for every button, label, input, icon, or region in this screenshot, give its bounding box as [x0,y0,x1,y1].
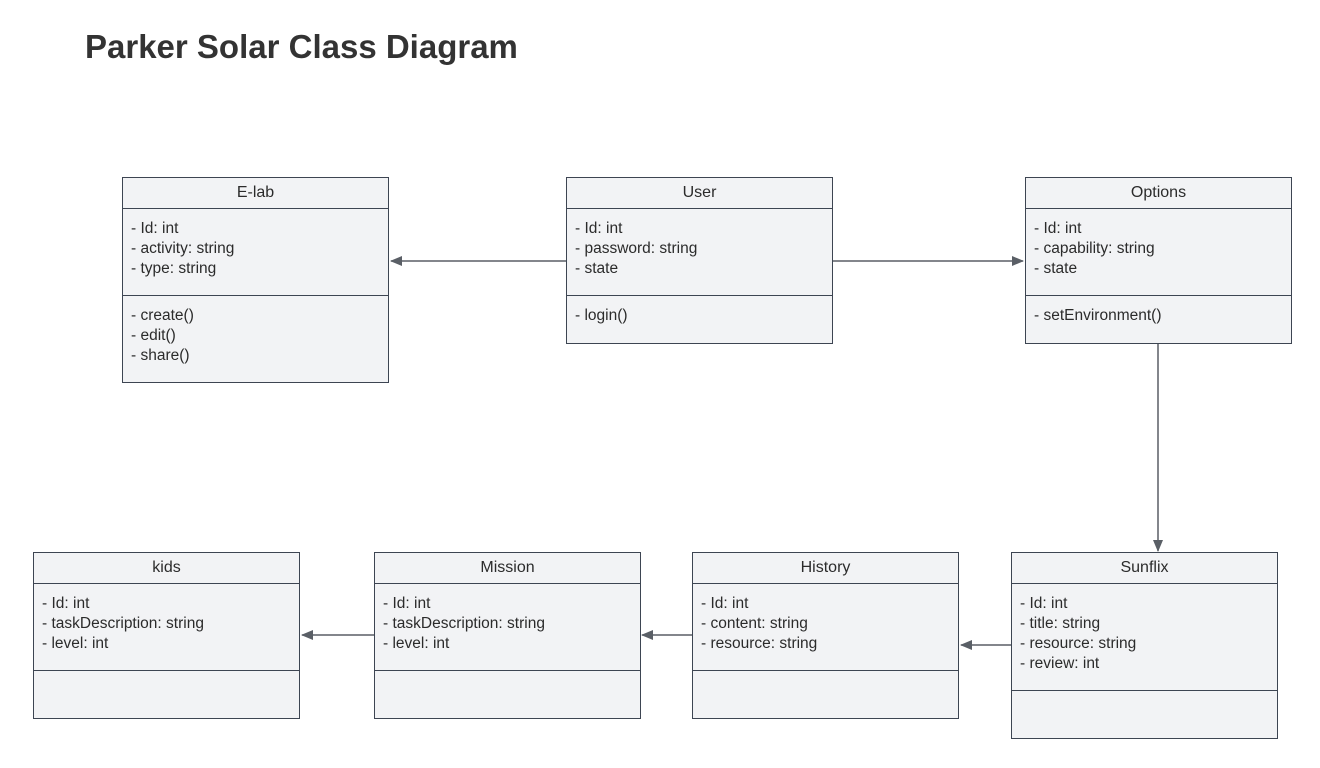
class-name: kids [34,553,299,584]
method: - edit() [131,327,176,344]
class-kids[interactable]: kids - Id: int - taskDescription: string… [33,552,300,719]
class-name: E-lab [123,178,388,209]
attributes-compartment: - Id: int - password: string - state [567,209,832,296]
methods-compartment [1012,691,1277,738]
class-elab[interactable]: E-lab - Id: int - activity: string - typ… [122,177,389,383]
attribute: - type: string [131,260,217,277]
methods-compartment: - create() - edit() - share() [123,296,388,382]
methods-compartment [375,671,640,718]
attribute: - password: string [575,240,698,257]
attributes-compartment: - Id: int - taskDescription: string - le… [375,584,640,671]
class-name: History [693,553,958,584]
attribute: - capability: string [1034,240,1155,257]
attribute: - content: string [701,615,808,632]
methods-compartment: - setEnvironment() [1026,296,1291,343]
attribute: - Id: int [701,595,749,612]
attribute: - Id: int [1034,220,1082,237]
attribute: - resource: string [701,635,818,652]
attribute: - level: int [383,635,450,652]
attribute: - Id: int [1020,595,1068,612]
attributes-compartment: - Id: int - activity: string - type: str… [123,209,388,296]
class-sunflix[interactable]: Sunflix - Id: int - title: string - reso… [1011,552,1278,739]
attribute: - resource: string [1020,635,1137,652]
method: - setEnvironment() [1034,307,1162,324]
class-name: User [567,178,832,209]
attribute: - state [575,260,619,277]
attributes-compartment: - Id: int - taskDescription: string - le… [34,584,299,671]
attribute: - taskDescription: string [42,615,204,632]
methods-compartment: - login() [567,296,832,343]
attribute: - title: string [1020,615,1101,632]
attribute: - review: int [1020,655,1100,672]
class-name: Options [1026,178,1291,209]
attribute: - state [1034,260,1078,277]
methods-compartment [693,671,958,718]
attributes-compartment: - Id: int - content: string - resource: … [693,584,958,671]
method: - share() [131,347,190,364]
class-mission[interactable]: Mission - Id: int - taskDescription: str… [374,552,641,719]
class-user[interactable]: User - Id: int - password: string - stat… [566,177,833,344]
attribute: - Id: int [575,220,623,237]
class-history[interactable]: History - Id: int - content: string - re… [692,552,959,719]
attribute: - level: int [42,635,109,652]
attribute: - taskDescription: string [383,615,545,632]
attributes-compartment: - Id: int - title: string - resource: st… [1012,584,1277,691]
attribute: - Id: int [131,220,179,237]
attributes-compartment: - Id: int - capability: string - state [1026,209,1291,296]
attribute: - activity: string [131,240,235,257]
attribute: - Id: int [383,595,431,612]
attribute: - Id: int [42,595,90,612]
class-options[interactable]: Options - Id: int - capability: string -… [1025,177,1292,344]
class-name: Sunflix [1012,553,1277,584]
method: - login() [575,307,628,324]
method: - create() [131,307,194,324]
class-name: Mission [375,553,640,584]
methods-compartment [34,671,299,718]
